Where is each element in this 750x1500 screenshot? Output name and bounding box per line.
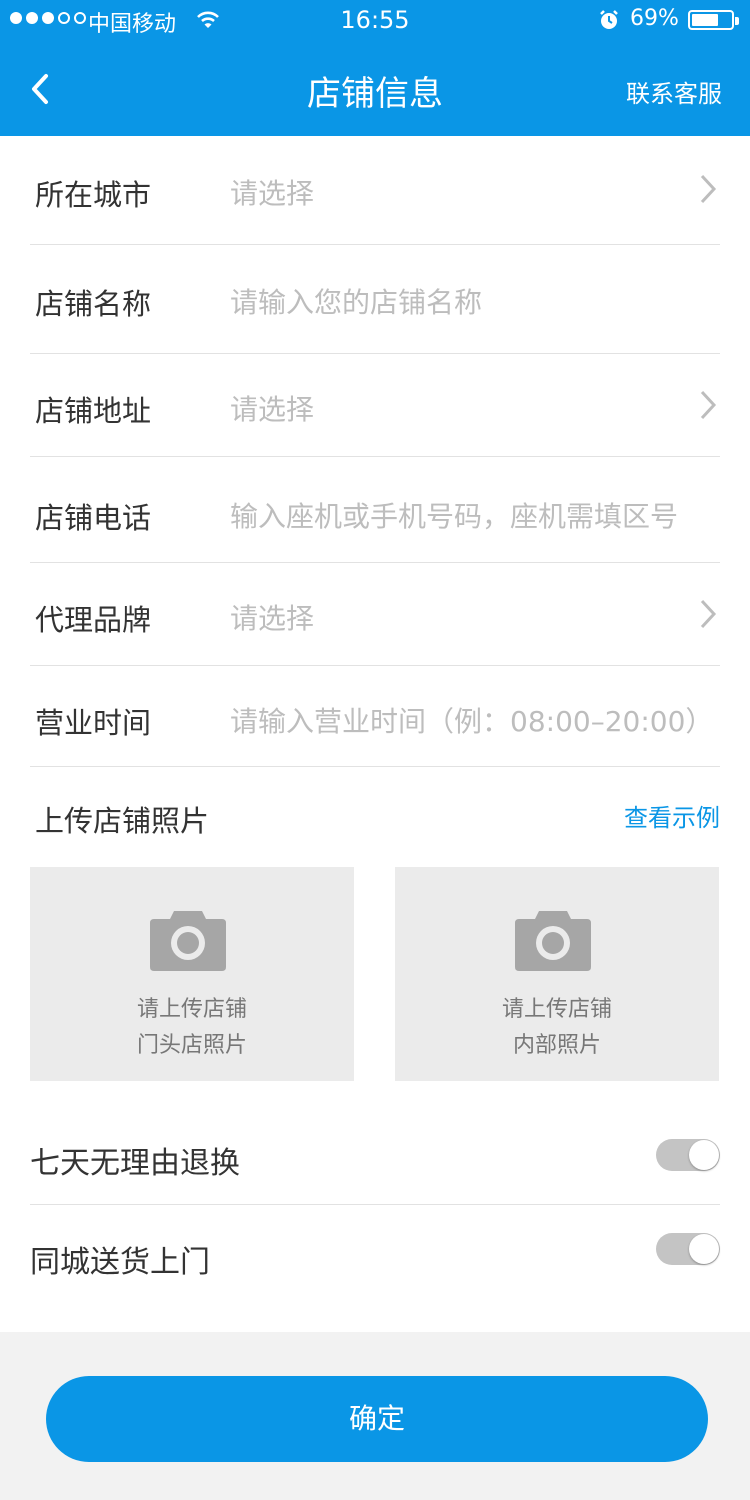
view-example-link[interactable]: 查看示例: [624, 798, 720, 833]
store-name-input[interactable]: 请输入您的店铺名称: [230, 281, 482, 321]
local-delivery-toggle[interactable]: [656, 1233, 720, 1265]
city-select[interactable]: 请选择: [230, 172, 314, 212]
upload-front-subtext: 门头店照片: [136, 1033, 247, 1058]
confirm-button[interactable]: 确定: [46, 1376, 708, 1462]
battery-percent: 69%: [630, 6, 679, 31]
city-label: 所在城市: [35, 178, 152, 212]
upload-inside-subtext: 内部照片: [512, 1033, 601, 1058]
brand-row[interactable]: 代理品牌 请选择: [30, 563, 720, 665]
chevron-right-icon: [700, 390, 717, 420]
top-bar: 中国移动 16:55 69% 店铺信息 联系客服: [0, 0, 750, 136]
alarm-icon: [600, 10, 618, 29]
camera-icon: [150, 911, 226, 971]
camera-icon: [515, 911, 591, 971]
brand-label: 代理品牌: [35, 603, 152, 637]
brand-select[interactable]: 请选择: [230, 597, 314, 637]
upload-photos-title: 上传店铺照片: [35, 804, 210, 838]
upload-front-text: 请上传店铺: [136, 997, 247, 1022]
store-phone-label: 店铺电话: [35, 501, 152, 535]
store-info-form: 所在城市 请选择 店铺名称 请输入您的店铺名称 店铺地址 请选择 店铺电话 输入…: [0, 136, 750, 1332]
store-phone-row[interactable]: 店铺电话 输入座机或手机号码，座机需填区号: [30, 457, 720, 562]
navigation-bar: 店铺信息 联系客服: [0, 40, 750, 136]
store-name-row[interactable]: 店铺名称 请输入您的店铺名称: [30, 245, 720, 353]
local-delivery-label: 同城送货上门: [30, 1245, 210, 1280]
city-row[interactable]: 所在城市 请选择: [30, 136, 720, 244]
chevron-right-icon: [700, 599, 717, 629]
seven-day-return-label: 七天无理由退换: [30, 1146, 240, 1181]
upload-inside-photo[interactable]: 请上传店铺 内部照片: [395, 867, 719, 1081]
business-hours-input[interactable]: 请输入营业时间（例：08:00–20:00）: [230, 700, 713, 740]
business-hours-label: 营业时间: [35, 706, 152, 740]
seven-day-return-toggle[interactable]: [656, 1139, 720, 1171]
store-name-label: 店铺名称: [35, 287, 152, 321]
business-hours-row[interactable]: 营业时间 请输入营业时间（例：08:00–20:00）: [30, 666, 720, 766]
chevron-right-icon: [700, 174, 717, 204]
upload-inside-text: 请上传店铺: [501, 997, 612, 1022]
seven-day-return-row: 七天无理由退换: [30, 1106, 720, 1204]
divider: [30, 766, 720, 767]
local-delivery-row: 同城送货上门: [30, 1205, 720, 1303]
battery-icon: [688, 10, 739, 30]
store-address-select[interactable]: 请选择: [230, 388, 314, 428]
store-address-label: 店铺地址: [35, 394, 152, 428]
upload-front-photo[interactable]: 请上传店铺 门头店照片: [30, 867, 354, 1081]
store-phone-input[interactable]: 输入座机或手机号码，座机需填区号: [230, 495, 678, 535]
contact-service-link[interactable]: 联系客服: [626, 74, 722, 109]
status-bar: 中国移动 16:55 69%: [0, 0, 750, 40]
store-address-row[interactable]: 店铺地址 请选择: [30, 354, 720, 456]
